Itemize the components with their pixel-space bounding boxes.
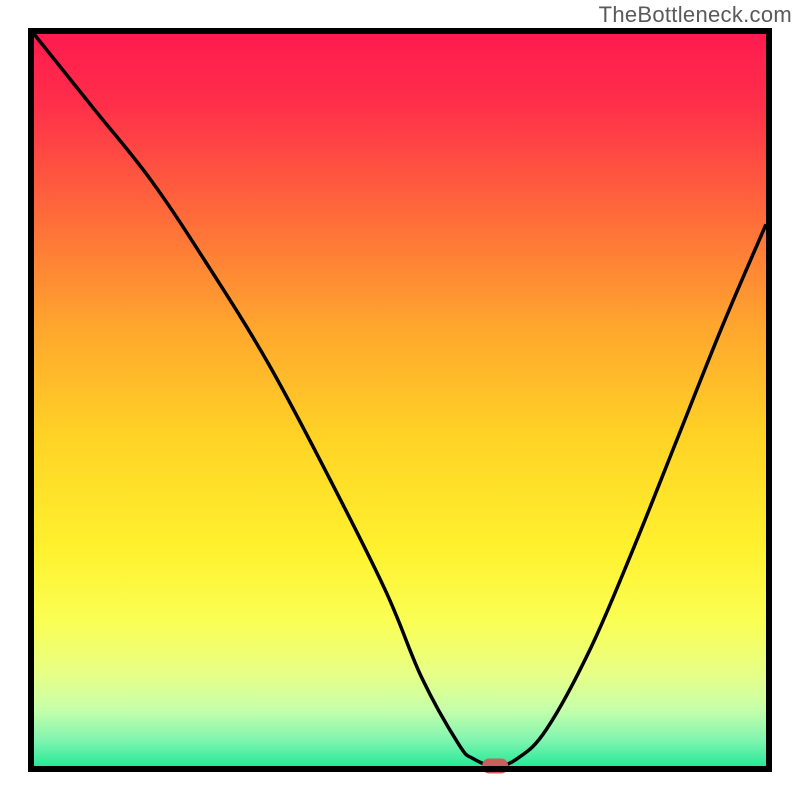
chart-background bbox=[31, 31, 769, 769]
chart-container: TheBottleneck.com bbox=[0, 0, 800, 800]
watermark-text: TheBottleneck.com bbox=[599, 2, 792, 28]
bottleneck-chart bbox=[0, 0, 800, 800]
